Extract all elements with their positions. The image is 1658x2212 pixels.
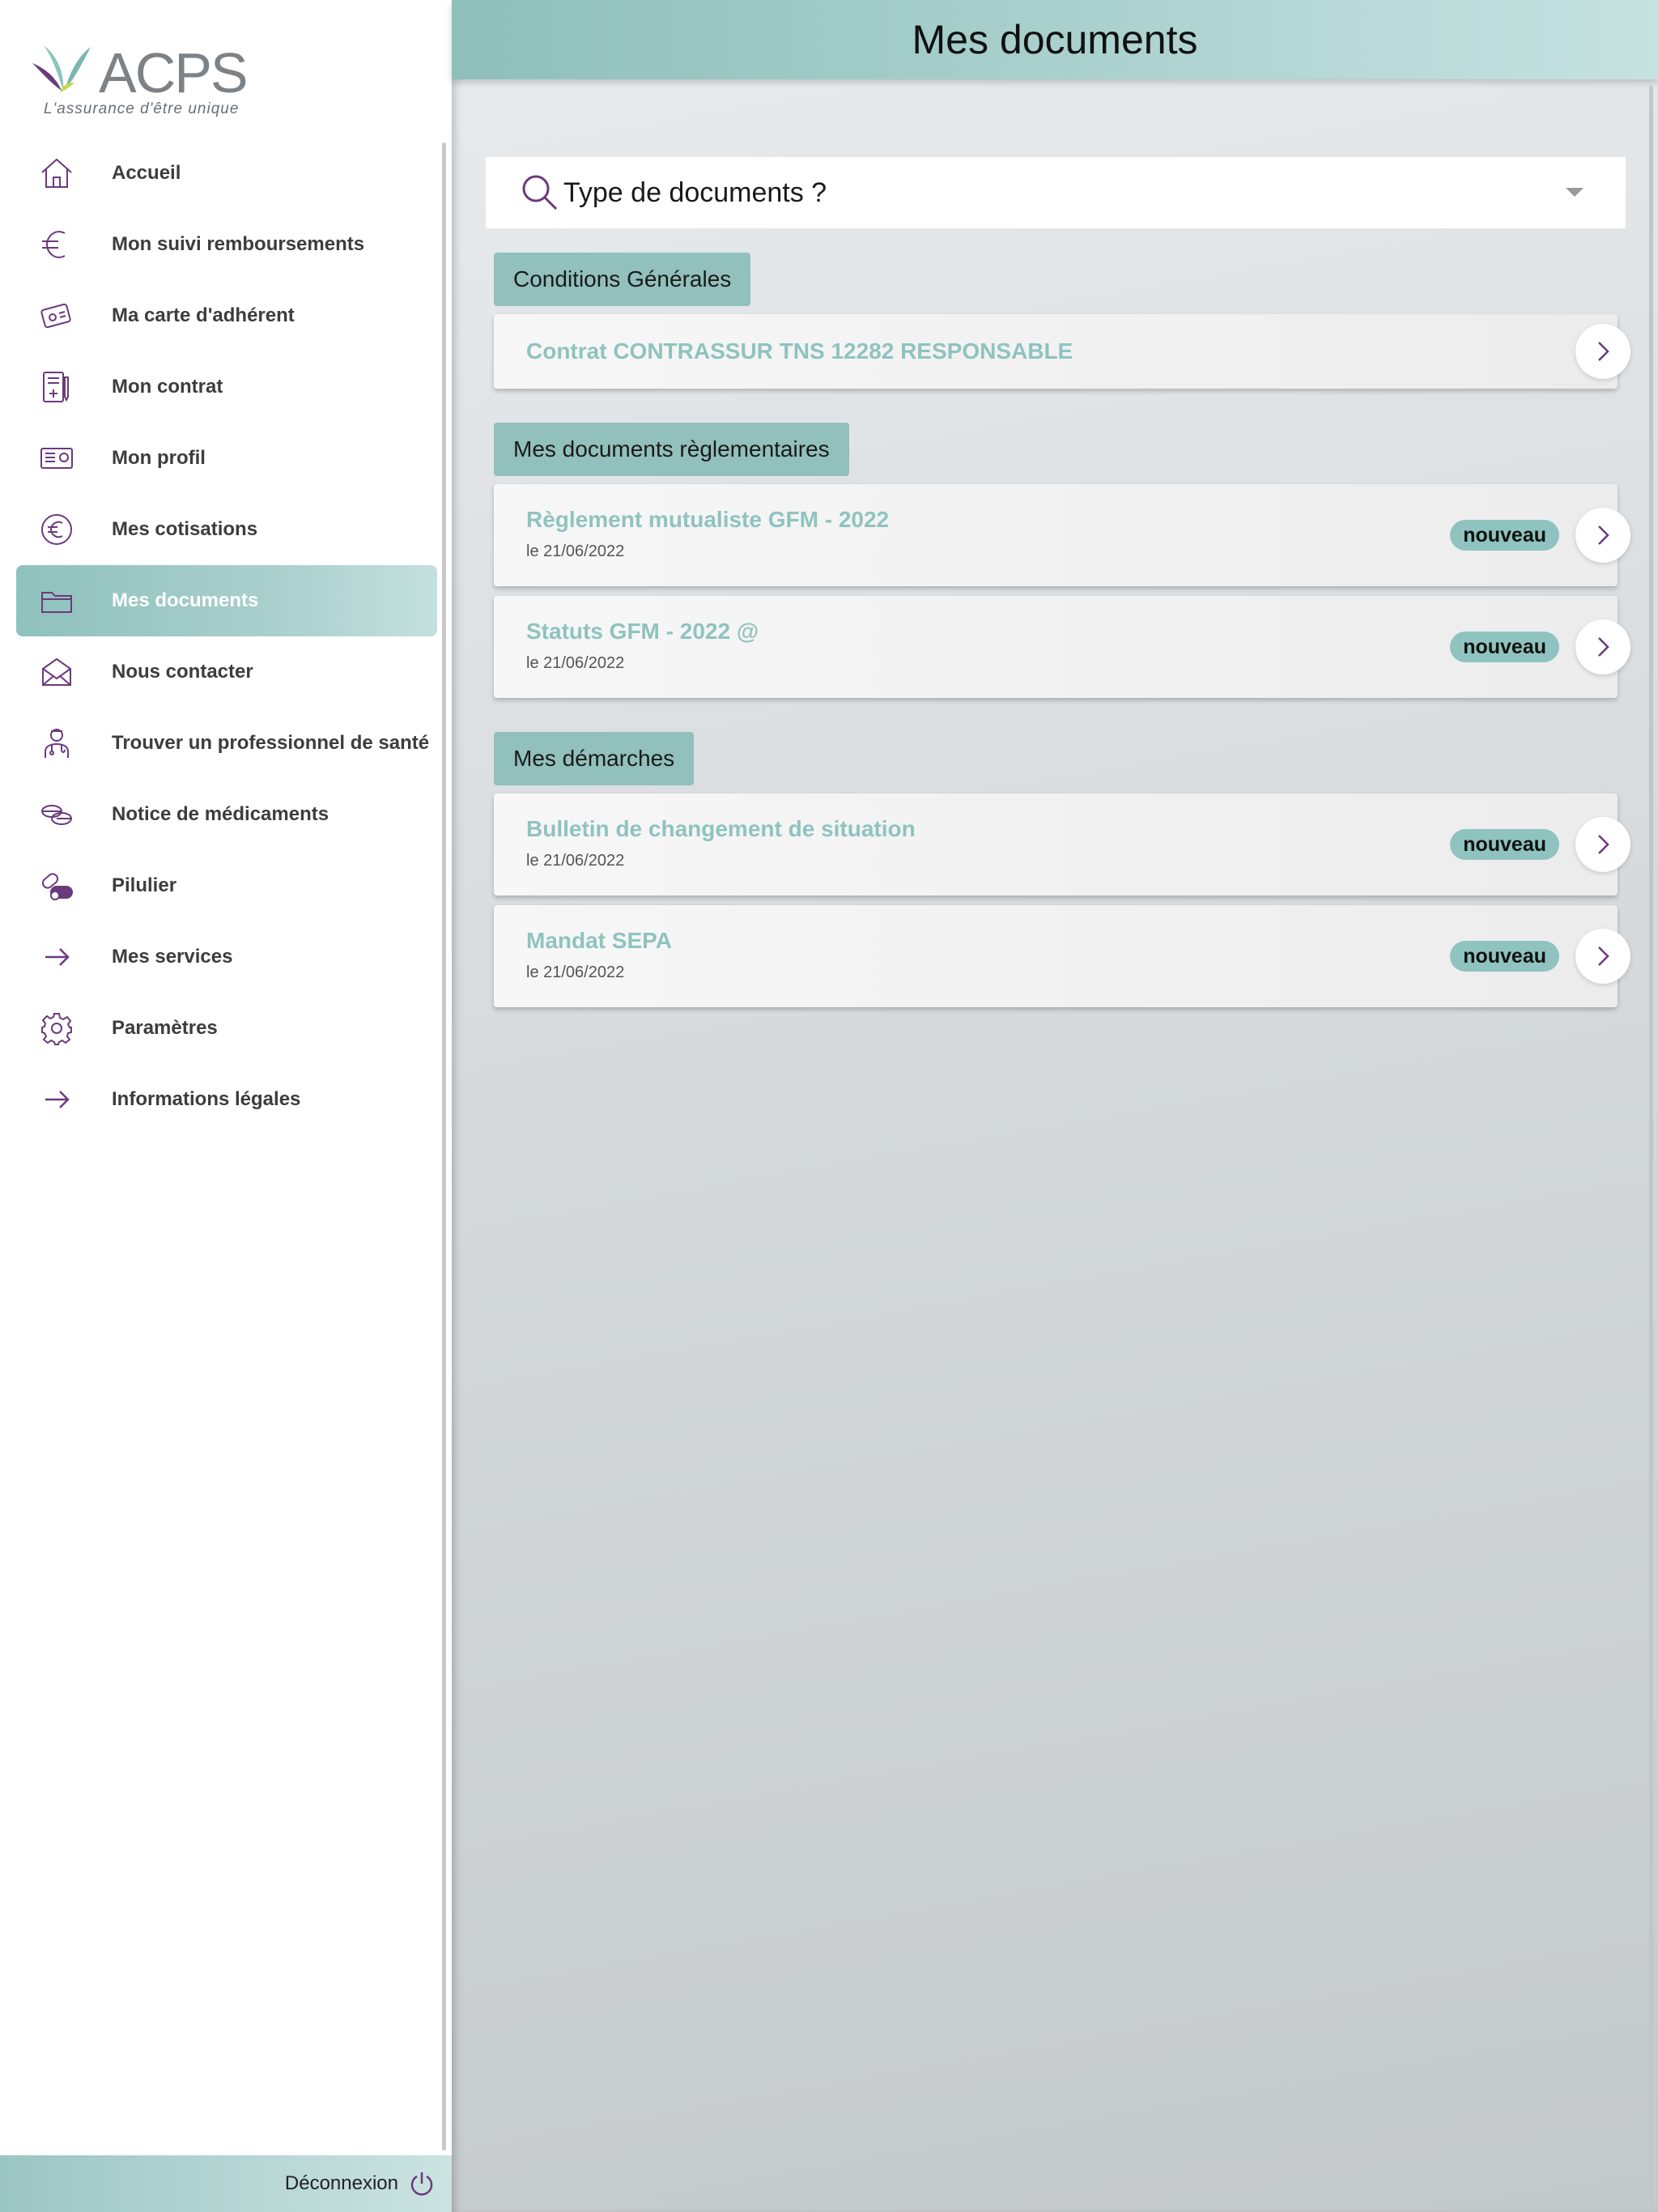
section-title: Conditions Générales <box>494 253 751 306</box>
document-title[interactable]: Bulletin de changement de situation <box>526 816 916 842</box>
sidebar-item-contacter[interactable]: Nous contacter <box>16 636 437 708</box>
folder-icon <box>37 581 76 620</box>
sidebar-item-informations-legales[interactable]: Informations légales <box>16 1064 437 1135</box>
sidebar-item-contrat[interactable]: Mon contrat <box>16 351 437 423</box>
new-badge: nouveau <box>1450 941 1559 972</box>
document-title[interactable]: Statuts GFM - 2022 @ <box>526 619 759 644</box>
sidebar-item-label: Pilulier <box>112 874 177 896</box>
new-badge: nouveau <box>1450 520 1559 551</box>
sidebar-item-profil[interactable]: Mon profil <box>16 423 437 494</box>
pill-box-icon <box>37 866 76 905</box>
contract-icon <box>37 368 76 406</box>
chevron-right-icon <box>1598 946 1609 966</box>
document-title[interactable]: Mandat SEPA <box>526 928 672 954</box>
sidebar-item-remboursements[interactable]: Mon suivi remboursements <box>16 209 437 280</box>
sidebar-item-parametres[interactable]: Paramètres <box>16 993 437 1064</box>
sidebar-item-cotisations[interactable]: Mes cotisations <box>16 494 437 565</box>
sidebar-scrollbar[interactable] <box>442 143 446 2150</box>
document-date: le 21/06/2022 <box>526 963 625 981</box>
logout-label: Déconnexion <box>284 2172 398 2194</box>
new-badge: nouveau <box>1450 829 1559 860</box>
document-card[interactable]: Règlement mutualiste GFM - 2022 le 21/06… <box>494 484 1630 586</box>
acps-logo[interactable]: ACPS L'assurance d'être unique <box>32 36 249 125</box>
document-date: le 21/06/2022 <box>526 654 625 672</box>
document-card[interactable]: Mandat SEPA le 21/06/2022 nouveau <box>494 905 1630 1007</box>
profile-card-icon <box>37 439 76 478</box>
power-icon <box>410 2172 433 2196</box>
chevron-right-icon <box>1598 835 1609 854</box>
document-card[interactable]: Statuts GFM - 2022 @ le 21/06/2022 nouve… <box>494 596 1630 698</box>
sidebar-item-label: Paramètres <box>112 1017 218 1039</box>
gear-icon <box>37 1009 76 1048</box>
sidebar-item-professionnel-sante[interactable]: Trouver un professionnel de santé <box>16 708 437 779</box>
document-title[interactable]: Contrat CONTRASSUR TNS 12282 RESPONSABLE <box>526 338 1073 364</box>
pills-icon <box>37 795 76 834</box>
logo-wordmark: ACPS <box>99 41 249 104</box>
document-card[interactable]: Contrat CONTRASSUR TNS 12282 RESPONSABLE <box>494 314 1630 389</box>
sidebar-item-label: Nous contacter <box>112 661 253 683</box>
document-type-placeholder: Type de documents ? <box>563 177 827 208</box>
euro-circle-icon <box>37 510 76 549</box>
open-document-button[interactable] <box>1575 324 1630 379</box>
card-icon <box>37 296 76 335</box>
page-header: Mes documents <box>452 0 1658 79</box>
euro-icon <box>37 225 76 264</box>
sidebar: ACPS L'assurance d'être unique Accueil M… <box>0 0 452 2212</box>
home-icon <box>37 154 76 193</box>
document-date: le 21/06/2022 <box>526 542 625 560</box>
sidebar-item-label: Notice de médicaments <box>112 803 329 825</box>
sidebar-item-label: Mon contrat <box>112 376 223 398</box>
document-title[interactable]: Règlement mutualiste GFM - 2022 <box>526 507 889 533</box>
section-title: Mes démarches <box>494 732 695 785</box>
search-icon <box>522 175 558 211</box>
sidebar-item-label: Mes documents <box>112 589 259 611</box>
section-title: Mes documents règlementaires <box>494 423 849 476</box>
main-content: Mes documents Type de documents ? Condit… <box>452 0 1658 2212</box>
sidebar-item-label: Mon profil <box>112 447 206 469</box>
sidebar-item-label: Accueil <box>112 162 181 184</box>
logo-tagline: L'assurance d'être unique <box>44 100 240 117</box>
document-date: le 21/06/2022 <box>526 852 625 870</box>
doctor-icon <box>37 724 76 763</box>
dropdown-caret-icon[interactable] <box>1566 188 1584 197</box>
sidebar-item-documents[interactable]: Mes documents <box>16 565 437 636</box>
sidebar-item-label: Informations légales <box>112 1088 301 1110</box>
logo-leaf-icon <box>32 45 91 92</box>
sidebar-item-label: Ma carte d'adhérent <box>112 304 295 326</box>
sidebar-item-services[interactable]: Mes services <box>16 921 437 993</box>
logout-button[interactable]: Déconnexion <box>0 2155 452 2212</box>
chevron-right-icon <box>1598 637 1609 657</box>
open-document-button[interactable] <box>1575 929 1630 984</box>
sidebar-item-label: Mon suivi remboursements <box>112 233 365 255</box>
document-type-select[interactable]: Type de documents ? <box>486 157 1626 228</box>
envelope-icon <box>37 653 76 691</box>
sidebar-item-notice-medicaments[interactable]: Notice de médicaments <box>16 779 437 850</box>
page-title: Mes documents <box>912 17 1198 62</box>
sidebar-item-accueil[interactable]: Accueil <box>16 138 437 209</box>
main-scrollbar[interactable] <box>1649 86 1653 2207</box>
chevron-right-icon <box>1598 525 1609 545</box>
sidebar-item-carte-adherent[interactable]: Ma carte d'adhérent <box>16 280 437 351</box>
sidebar-item-label: Mes cotisations <box>112 518 258 540</box>
sidebar-item-pilulier[interactable]: Pilulier <box>16 850 437 921</box>
document-card[interactable]: Bulletin de changement de situation le 2… <box>494 793 1630 895</box>
sidebar-nav: Accueil Mon suivi remboursements Ma cart… <box>16 138 437 1135</box>
arrow-right-icon <box>37 938 76 976</box>
sidebar-item-label: Mes services <box>112 946 233 968</box>
new-badge: nouveau <box>1450 632 1559 662</box>
arrow-right-icon <box>37 1080 76 1119</box>
open-document-button[interactable] <box>1575 619 1630 674</box>
open-document-button[interactable] <box>1575 817 1630 872</box>
open-document-button[interactable] <box>1575 508 1630 563</box>
sidebar-item-label: Trouver un professionnel de santé <box>112 732 430 754</box>
chevron-right-icon <box>1598 342 1609 361</box>
